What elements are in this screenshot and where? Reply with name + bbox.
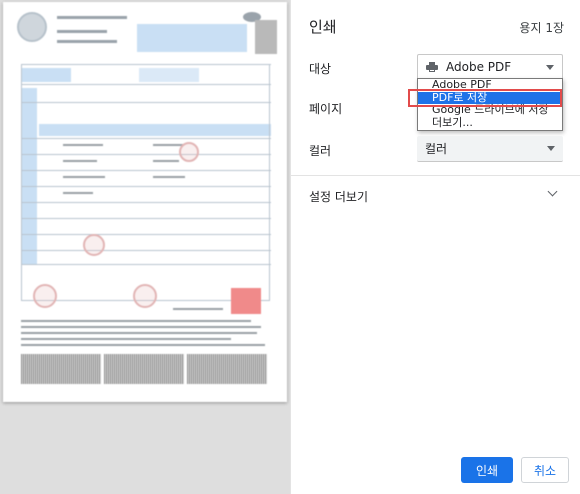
more-settings-toggle[interactable]: 설정 더보기 bbox=[309, 188, 368, 205]
destination-select[interactable]: Adobe PDF bbox=[417, 54, 563, 80]
printer-icon bbox=[426, 62, 438, 72]
print-preview-pane bbox=[0, 0, 290, 494]
cancel-button[interactable]: 취소 bbox=[521, 457, 569, 483]
print-button[interactable]: 인쇄 bbox=[461, 457, 513, 483]
destination-value: Adobe PDF bbox=[446, 60, 512, 74]
chevron-down-icon[interactable] bbox=[547, 186, 558, 197]
dialog-title: 인쇄 bbox=[309, 18, 337, 36]
color-label: 컬러 bbox=[309, 144, 332, 158]
document-logo bbox=[17, 12, 47, 42]
destination-option-adobe-pdf[interactable]: Adobe PDF bbox=[418, 78, 562, 92]
destination-option-more[interactable]: 더보기... bbox=[418, 116, 562, 130]
color-select[interactable]: 컬러 bbox=[417, 136, 563, 162]
sheet-count: 용지 1장 bbox=[519, 21, 564, 35]
destination-option-google-drive[interactable]: Google 드라이브에 저장 bbox=[418, 103, 562, 117]
red-seal bbox=[231, 288, 261, 314]
document-preview-page bbox=[3, 2, 287, 402]
pages-label: 페이지 bbox=[309, 102, 343, 116]
color-value: 컬러 bbox=[425, 142, 448, 156]
caret-down-icon bbox=[546, 65, 554, 70]
destination-label: 대상 bbox=[309, 62, 332, 76]
print-settings-panel: 인쇄 용지 1장 대상 Adobe PDF Adobe PDF PDF로 저장 … bbox=[290, 0, 580, 494]
destination-dropdown-list: Adobe PDF PDF로 저장 Google 드라이브에 저장 더보기... bbox=[417, 78, 563, 131]
caret-down-icon bbox=[547, 146, 555, 151]
section-divider bbox=[291, 175, 580, 176]
